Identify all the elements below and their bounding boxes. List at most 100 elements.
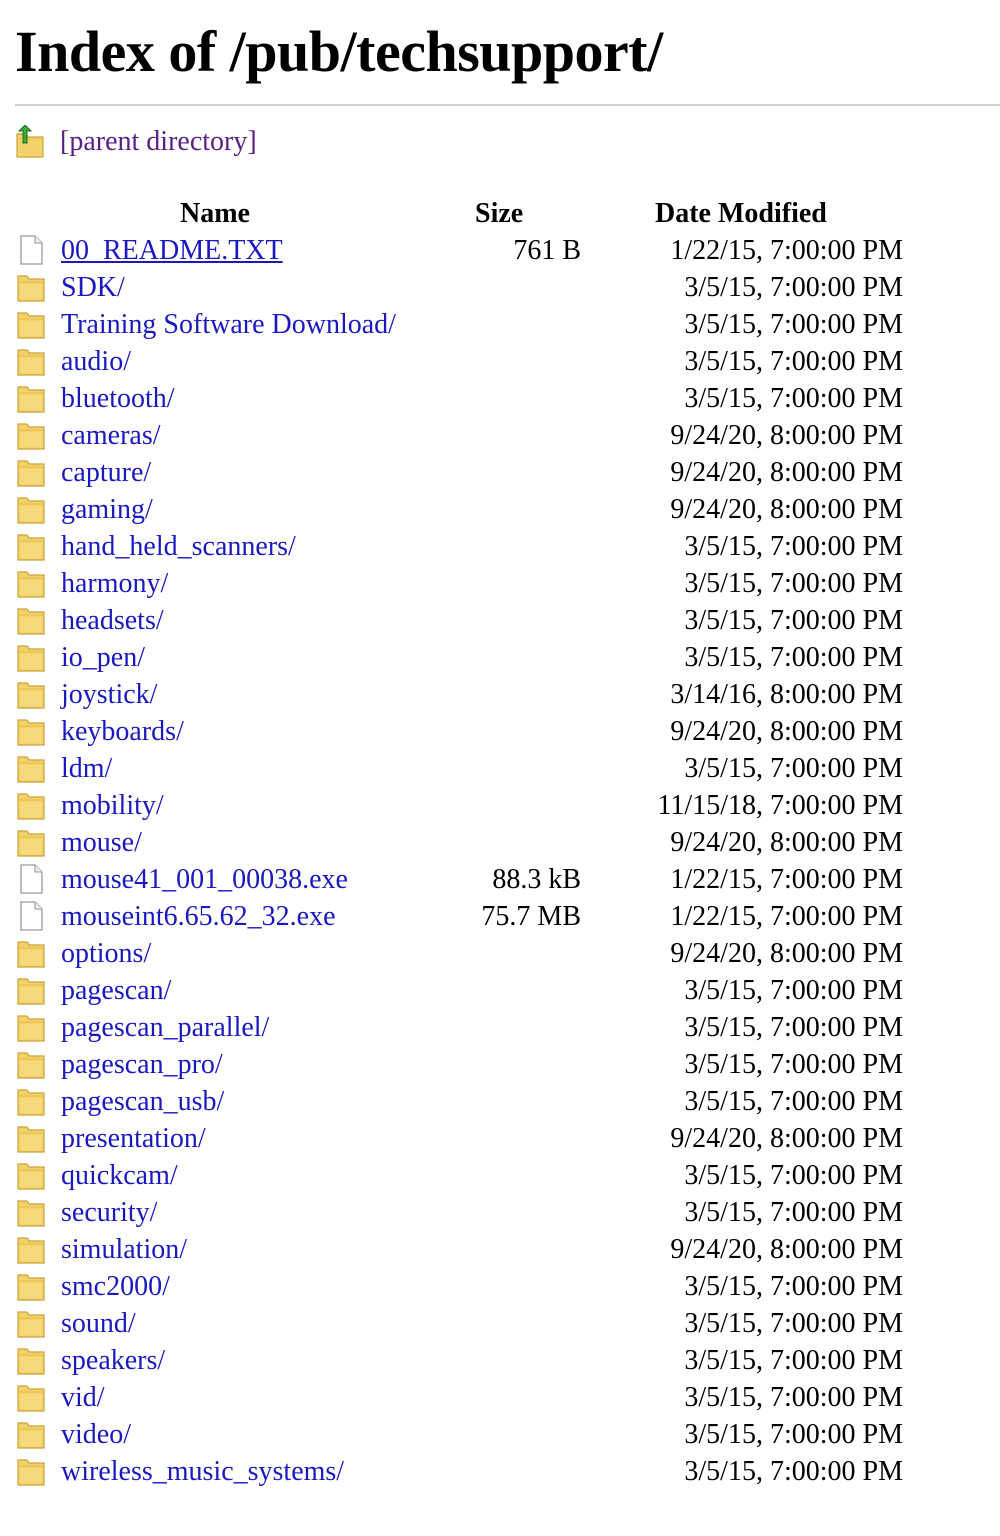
date-modified: 3/5/15, 7:00:00 PM xyxy=(684,1456,903,1487)
folder-link[interactable]: options/ xyxy=(61,935,151,972)
table-row: 00_README.TXT 761 B 1/22/15, 7:00:00 PM xyxy=(0,232,1000,269)
folder-link[interactable]: ldm/ xyxy=(61,750,112,787)
folder-link[interactable]: SDK/ xyxy=(61,269,125,306)
folder-link[interactable]: presentation/ xyxy=(61,1120,206,1157)
date-modified: 3/5/15, 7:00:00 PM xyxy=(684,975,903,1006)
table-row: video/3/5/15, 7:00:00 PM xyxy=(0,1416,1000,1453)
folder-icon[interactable] xyxy=(17,605,45,635)
folder-icon[interactable] xyxy=(17,1234,45,1264)
folder-link[interactable]: speakers/ xyxy=(61,1342,165,1379)
file-icon[interactable] xyxy=(17,864,45,894)
folder-link[interactable]: bluetooth/ xyxy=(61,380,175,417)
table-row: capture/9/24/20, 8:00:00 PM xyxy=(0,454,1000,491)
folder-link[interactable]: sound/ xyxy=(61,1305,136,1342)
file-link[interactable]: mouse41_001_00038.exe xyxy=(61,861,348,898)
folder-icon[interactable] xyxy=(17,975,45,1005)
folder-icon[interactable] xyxy=(17,642,45,672)
folder-icon[interactable] xyxy=(17,568,45,598)
file-list: 00_README.TXT 761 B 1/22/15, 7:00:00 PM SDK… xyxy=(0,232,1000,1490)
folder-icon[interactable] xyxy=(17,420,45,450)
column-header-date-modified[interactable]: Date Modified xyxy=(655,196,827,232)
folder-icon[interactable] xyxy=(17,1419,45,1449)
folder-link[interactable]: video/ xyxy=(61,1416,131,1453)
table-row: pagescan_parallel/3/5/15, 7:00:00 PM xyxy=(0,1009,1000,1046)
folder-link[interactable]: mobility/ xyxy=(61,787,164,824)
folder-link[interactable]: capture/ xyxy=(61,454,151,491)
folder-icon[interactable] xyxy=(17,790,45,820)
folder-link[interactable]: security/ xyxy=(61,1194,157,1231)
date-modified: 9/24/20, 8:00:00 PM xyxy=(670,457,903,488)
folder-icon[interactable] xyxy=(17,272,45,302)
folder-icon[interactable] xyxy=(17,1160,45,1190)
folder-link[interactable]: pagescan/ xyxy=(61,972,171,1009)
file-icon[interactable] xyxy=(17,901,45,931)
date-modified: 9/24/20, 8:00:00 PM xyxy=(670,827,903,858)
table-row: hand_held_scanners/3/5/15, 7:00:00 PM xyxy=(0,528,1000,565)
file-size: 761 B xyxy=(513,235,581,266)
folder-link[interactable]: joystick/ xyxy=(61,676,157,713)
folder-icon[interactable] xyxy=(17,309,45,339)
folder-link[interactable]: keyboards/ xyxy=(61,713,184,750)
folder-icon[interactable] xyxy=(17,679,45,709)
table-row: quickcam/3/5/15, 7:00:00 PM xyxy=(0,1157,1000,1194)
table-row: security/3/5/15, 7:00:00 PM xyxy=(0,1194,1000,1231)
folder-link[interactable]: smc2000/ xyxy=(61,1268,170,1305)
column-header-name[interactable]: Name xyxy=(180,196,250,232)
folder-link[interactable]: Training Software Download/ xyxy=(61,306,396,343)
parent-directory-row[interactable]: [parent directory] xyxy=(15,122,257,162)
folder-icon[interactable] xyxy=(17,383,45,413)
folder-icon[interactable] xyxy=(17,457,45,487)
date-modified: 3/5/15, 7:00:00 PM xyxy=(684,1271,903,1302)
table-row: smc2000/3/5/15, 7:00:00 PM xyxy=(0,1268,1000,1305)
folder-icon[interactable] xyxy=(17,1382,45,1412)
folder-link[interactable]: quickcam/ xyxy=(61,1157,178,1194)
folder-icon[interactable] xyxy=(17,1086,45,1116)
table-row: keyboards/9/24/20, 8:00:00 PM xyxy=(0,713,1000,750)
page-title: Index of /pub/techsupport/ xyxy=(15,19,663,84)
up-arrow-folder-icon[interactable] xyxy=(15,124,45,159)
folder-link[interactable]: io_pen/ xyxy=(61,639,145,676)
folder-icon[interactable] xyxy=(17,827,45,857)
folder-link[interactable]: simulation/ xyxy=(61,1231,187,1268)
folder-icon[interactable] xyxy=(17,753,45,783)
column-header-size[interactable]: Size xyxy=(475,196,523,232)
date-modified: 3/5/15, 7:00:00 PM xyxy=(684,753,903,784)
folder-link[interactable]: headsets/ xyxy=(61,602,164,639)
folder-icon[interactable] xyxy=(17,1049,45,1079)
folder-icon[interactable] xyxy=(17,1271,45,1301)
folder-icon[interactable] xyxy=(17,1123,45,1153)
folder-link[interactable]: audio/ xyxy=(61,343,131,380)
folder-icon[interactable] xyxy=(17,494,45,524)
folder-link[interactable]: pagescan_pro/ xyxy=(61,1046,223,1083)
table-row: io_pen/3/5/15, 7:00:00 PM xyxy=(0,639,1000,676)
folder-icon[interactable] xyxy=(17,1345,45,1375)
folder-icon[interactable] xyxy=(17,1308,45,1338)
folder-link[interactable]: gaming/ xyxy=(61,491,153,528)
folder-link[interactable]: hand_held_scanners/ xyxy=(61,528,296,565)
folder-icon[interactable] xyxy=(17,716,45,746)
file-icon[interactable] xyxy=(17,235,45,265)
folder-link[interactable]: harmony/ xyxy=(61,565,168,602)
folder-icon[interactable] xyxy=(17,1456,45,1486)
file-link[interactable]: mouseint6.65.62_32.exe xyxy=(61,898,336,935)
folder-icon[interactable] xyxy=(17,346,45,376)
folder-icon[interactable] xyxy=(17,938,45,968)
folder-link[interactable]: pagescan_usb/ xyxy=(61,1083,224,1120)
folder-link[interactable]: mouse/ xyxy=(61,824,142,861)
date-modified: 3/5/15, 7:00:00 PM xyxy=(684,1197,903,1228)
date-modified: 3/5/15, 7:00:00 PM xyxy=(684,309,903,340)
table-row: mouse41_001_00038.exe 88.3 kB 1/22/15, 7:0… xyxy=(0,861,1000,898)
folder-link[interactable]: wireless_music_systems/ xyxy=(61,1453,344,1490)
folder-link[interactable]: pagescan_parallel/ xyxy=(61,1009,269,1046)
table-row: wireless_music_systems/3/5/15, 7:00:00 P… xyxy=(0,1453,1000,1490)
table-row: mouse/9/24/20, 8:00:00 PM xyxy=(0,824,1000,861)
folder-link[interactable]: vid/ xyxy=(61,1379,105,1416)
folder-icon[interactable] xyxy=(17,531,45,561)
folder-link[interactable]: cameras/ xyxy=(61,417,161,454)
parent-directory-link[interactable]: [parent directory] xyxy=(60,126,257,158)
date-modified: 3/5/15, 7:00:00 PM xyxy=(684,642,903,673)
folder-icon[interactable] xyxy=(17,1012,45,1042)
file-link[interactable]: 00_README.TXT xyxy=(61,232,283,269)
folder-icon[interactable] xyxy=(17,1197,45,1227)
date-modified: 3/14/16, 8:00:00 PM xyxy=(670,679,903,710)
